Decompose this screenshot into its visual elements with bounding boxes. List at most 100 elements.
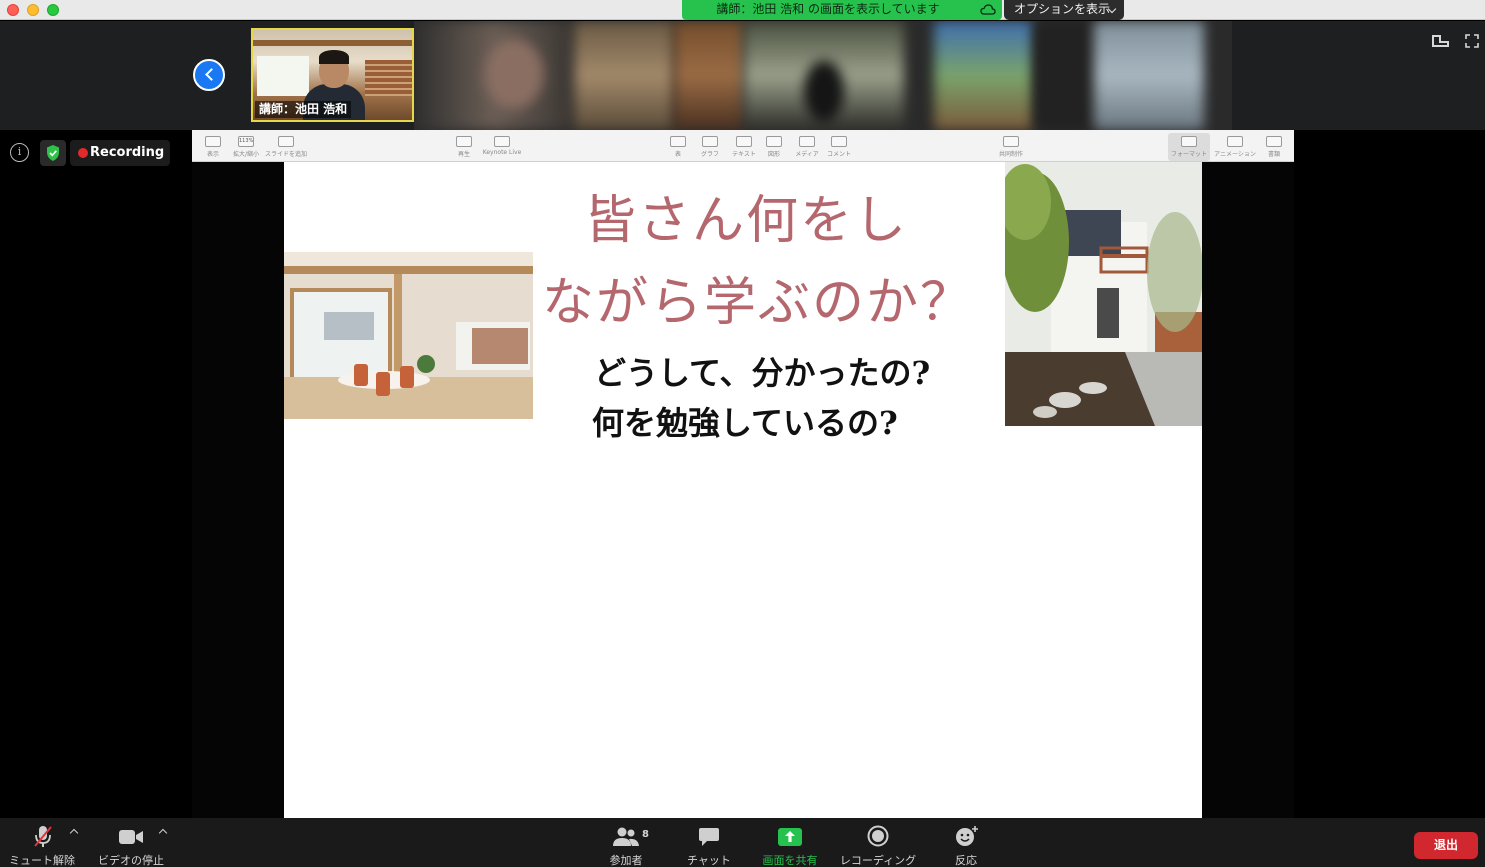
video-camera-icon <box>119 830 143 844</box>
video-background-fence <box>365 60 412 96</box>
collaborate-icon <box>1003 136 1019 147</box>
document-tool[interactable]: 書類 <box>1262 133 1286 161</box>
play-tool[interactable]: 再生 <box>452 133 476 161</box>
stop-video-button[interactable]: ビデオの停止 <box>92 818 170 867</box>
share-screen-button[interactable]: 画面を共有 <box>758 818 822 867</box>
exterior-photo-image <box>1005 162 1202 426</box>
zoom-tool[interactable]: 113% 拡大/縮小 <box>230 133 262 161</box>
chat-bubble-icon <box>699 828 719 846</box>
participants-label: 参加者 <box>609 854 643 867</box>
media-tool[interactable]: メディア <box>792 133 822 161</box>
table-icon <box>670 136 686 147</box>
recording-label: Recording <box>90 145 165 160</box>
tool-label: 表示 <box>206 151 219 158</box>
tool-label: グラフ <box>700 151 719 158</box>
zoom-window-button[interactable] <box>47 4 59 16</box>
shape-icon <box>766 136 782 147</box>
share-banner-text: 講師：池田 浩和 の画面を表示しています <box>716 2 940 16</box>
participant-video-tiles <box>414 21 1232 130</box>
view-tool[interactable]: 表示 <box>200 133 226 161</box>
chat-button[interactable]: チャット <box>680 818 738 867</box>
interior-photo <box>284 252 533 419</box>
chat-label: チャット <box>687 854 731 867</box>
play-icon <box>456 136 472 147</box>
participant-video-tile[interactable] <box>414 21 574 130</box>
live-icon <box>494 136 510 147</box>
document-icon <box>1266 136 1282 147</box>
tool-label: 再生 <box>457 151 470 158</box>
tool-label: 書類 <box>1267 151 1280 158</box>
previous-page-button[interactable] <box>193 59 225 91</box>
participant-video-tile[interactable] <box>934 21 1034 130</box>
zoom-icon: 113% <box>238 136 254 147</box>
participant-video-tile[interactable] <box>1034 21 1094 130</box>
animate-icon <box>1227 136 1243 147</box>
participants-button[interactable]: 参加者 <box>598 818 654 867</box>
keynote-live-tool[interactable]: Keynote Live <box>480 133 524 161</box>
participant-video-tile[interactable] <box>744 21 904 130</box>
record-button[interactable]: レコーディング <box>836 818 920 867</box>
fullscreen-icon[interactable] <box>1465 34 1479 48</box>
tool-label: フォーマット <box>1170 151 1207 158</box>
meeting-info-icon[interactable]: i <box>10 143 29 162</box>
share-screen-icon <box>778 828 802 846</box>
slide-subtitle-line-1: どうして、分かったの? <box>594 354 931 392</box>
view-options-label: オプションを表示 <box>1014 2 1111 16</box>
chart-tool[interactable]: グラフ <box>698 133 722 161</box>
record-icon <box>867 825 889 847</box>
microphone-muted-icon <box>34 826 52 847</box>
share-screen-label: 画面を共有 <box>762 854 818 867</box>
stop-video-label: ビデオの停止 <box>98 854 164 867</box>
table-tool[interactable]: 表 <box>666 133 690 161</box>
participant-count-badge: 8 <box>642 829 649 840</box>
tool-label: スライドを追加 <box>264 151 307 158</box>
tool-label: 共同制作 <box>998 151 1023 158</box>
view-options-button[interactable]: オプションを表示 <box>1004 0 1124 20</box>
security-shield-icon[interactable] <box>40 140 66 166</box>
speaker-name-label: 講師：池田 浩和 <box>255 101 352 118</box>
record-label: レコーディング <box>839 854 917 867</box>
video-strip: 講師：池田 浩和 <box>0 21 1485 130</box>
text-tool[interactable]: テキスト <box>730 133 758 161</box>
tool-label: 表 <box>674 151 681 158</box>
meeting-controls-bar: ミュート解除 ビデオの停止 参加者 8 チャット 画面を共有 レコーディング 反… <box>0 818 1485 867</box>
keynote-toolbar: 表示 113% 拡大/縮小 スライドを追加 再生 Keynote Live 表 グ… <box>192 130 1294 162</box>
add-slide-tool[interactable]: スライドを追加 <box>264 133 308 161</box>
animate-tool[interactable]: アニメーション <box>1212 133 1258 161</box>
minimize-window-button[interactable] <box>27 4 39 16</box>
collaborate-tool[interactable]: 共同制作 <box>996 133 1026 161</box>
reactions-button[interactable]: 反応 <box>944 818 988 867</box>
speaker-hair <box>319 50 349 64</box>
tool-label: 拡大/縮小 <box>232 151 260 158</box>
format-tool[interactable]: フォーマット <box>1168 133 1210 161</box>
slide-title-line-2: ながら学ぶのか？ <box>542 273 975 333</box>
active-speaker-video-tile[interactable]: 講師：池田 浩和 <box>251 28 414 122</box>
slide-title-line-1: 皆さん何をし <box>584 191 909 251</box>
video-background <box>253 40 412 46</box>
recording-indicator[interactable]: Recording <box>70 140 170 166</box>
cloud-record-icon <box>980 4 996 15</box>
leave-meeting-button[interactable]: 退出 <box>1414 832 1478 859</box>
close-window-button[interactable] <box>7 4 19 16</box>
tool-label: メディア <box>795 151 819 158</box>
emoji-add-icon <box>956 826 978 846</box>
participants-icon <box>613 827 639 846</box>
tool-label: 図形 <box>767 151 780 158</box>
screen-share-banner: 講師：池田 浩和 の画面を表示しています <box>682 0 1002 20</box>
participant-video-tile[interactable] <box>1094 21 1204 130</box>
shape-tool[interactable]: 図形 <box>762 133 786 161</box>
participant-video-tile[interactable] <box>574 21 674 130</box>
format-icon <box>1181 136 1197 147</box>
comment-tool[interactable]: コメント <box>824 133 854 161</box>
interior-photo-image <box>284 252 533 419</box>
media-icon <box>799 136 815 147</box>
unmute-button[interactable]: ミュート解除 <box>4 818 80 867</box>
chevron-left-icon <box>205 68 218 81</box>
plus-icon <box>278 136 294 147</box>
participant-video-tile[interactable] <box>674 21 744 130</box>
gallery-view-icon[interactable] <box>1432 35 1449 47</box>
exterior-photo <box>1005 162 1202 426</box>
tool-label: コメント <box>826 151 851 158</box>
tool-label: テキスト <box>732 151 756 158</box>
slide-canvas-margin-left <box>192 162 284 818</box>
